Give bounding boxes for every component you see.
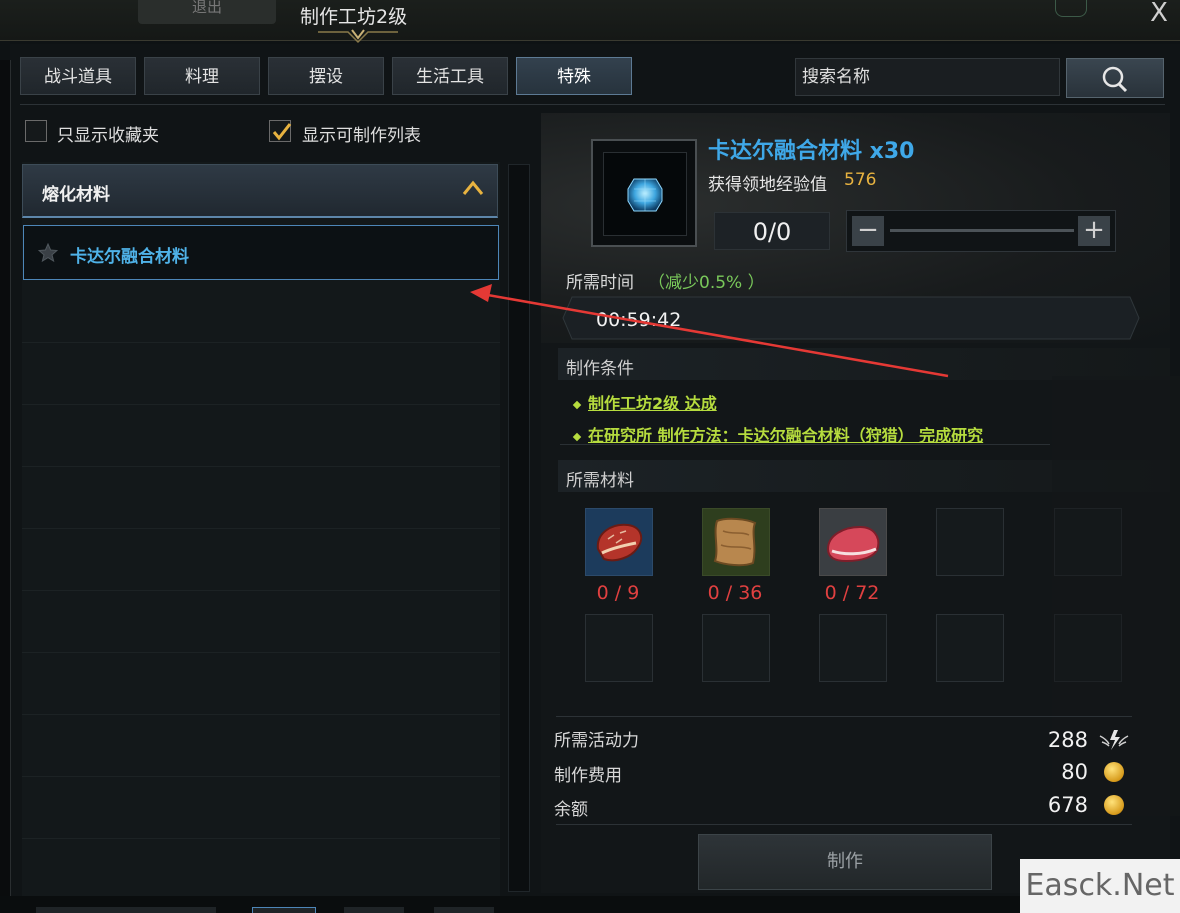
craft-fee-value: 80: [1061, 760, 1088, 784]
checkmark-icon: [272, 123, 292, 141]
search-button[interactable]: [1066, 58, 1164, 98]
leather-hide-icon: [703, 509, 769, 575]
slider-track[interactable]: [890, 229, 1074, 232]
material-slot[interactable]: [819, 508, 887, 576]
bottom-slot: [344, 907, 404, 913]
category-title: 熔化材料: [42, 185, 110, 205]
material-slot[interactable]: [585, 508, 653, 576]
balance-label: 余额: [554, 800, 588, 820]
condition-item: 在研究所 制作方法：卡达尔融合材料（狩猎） 完成研究: [572, 422, 984, 446]
list-row-empty: [22, 406, 500, 467]
list-row-empty: [22, 282, 500, 343]
tab-life-tools[interactable]: 生活工具: [392, 57, 508, 95]
material-count: 0 / 36: [707, 582, 763, 604]
energy-cost-label: 所需活动力: [554, 731, 639, 751]
annotation-arrow: [470, 284, 949, 378]
list-row-empty: [22, 654, 500, 715]
title-ornament-icon: [318, 29, 398, 44]
map-marker-icon: [1055, 0, 1087, 17]
list-row-empty: [22, 344, 500, 405]
panel-left-border: [0, 60, 11, 913]
list-row-empty: [22, 530, 500, 591]
energy-cost-value: 288: [1047, 728, 1088, 752]
material-slot[interactable]: [702, 508, 770, 576]
gold-coin-icon: [1104, 762, 1124, 782]
exp-label: 获得领地经验值: [708, 175, 827, 195]
tab-special[interactable]: 特殊: [516, 57, 632, 95]
list-row-empty: [22, 592, 500, 653]
condition-text: 制作工坊2级 达成: [588, 394, 717, 413]
energy-wings-icon: [1099, 730, 1129, 750]
chevron-up-icon[interactable]: [462, 180, 484, 196]
search-icon: [1102, 66, 1128, 93]
material-slot-empty: [585, 614, 653, 682]
list-row-empty: [22, 840, 500, 901]
list-row-empty: [22, 716, 500, 777]
favorites-only-checkbox[interactable]: [25, 120, 47, 142]
tab-cooking[interactable]: 料理: [144, 57, 260, 95]
item-icon-slot[interactable]: [603, 152, 687, 236]
material-slot-empty: [819, 614, 887, 682]
gold-coin-icon: [1104, 795, 1124, 815]
material-slot-empty: [936, 508, 1004, 576]
window-title: 制作工坊2级: [300, 6, 408, 28]
quantity-display: 0/0: [714, 212, 830, 250]
close-button[interactable]: X: [1146, 0, 1172, 28]
tab-decoration[interactable]: 摆设: [268, 57, 384, 95]
quantity-minus-button[interactable]: −: [852, 216, 884, 246]
bottom-slot: [36, 907, 216, 913]
exp-value: 576: [844, 170, 877, 190]
balance-value: 678: [1047, 793, 1088, 817]
favorites-only-label: 只显示收藏夹: [57, 126, 159, 146]
materials-title: 所需材料: [566, 471, 634, 491]
condition-item: 制作工坊2级 达成: [572, 390, 717, 414]
bottom-slot: [434, 907, 494, 913]
quantity-plus-button[interactable]: +: [1078, 216, 1110, 246]
search-input[interactable]: 搜索名称: [795, 58, 1060, 96]
list-row-empty: [22, 468, 500, 529]
list-scrollbar[interactable]: [508, 164, 530, 892]
condition-text: 在研究所 制作方法：卡达尔融合材料（狩猎） 完成研究: [588, 426, 984, 445]
bullet-icon: [572, 432, 582, 441]
cost-bottom-divider: [556, 824, 1132, 825]
craftable-only-checkbox[interactable]: [269, 120, 292, 142]
watermark: Easck.Net: [1020, 859, 1180, 913]
exit-button[interactable]: 退出: [138, 0, 276, 24]
craft-fee-label: 制作费用: [554, 766, 622, 786]
bottom-slot: [252, 907, 316, 913]
item-name: 卡达尔融合材料 x30: [708, 139, 915, 164]
blue-crystal-icon: [627, 178, 663, 212]
material-count: 0 / 72: [824, 582, 880, 604]
material-slot-empty: [936, 614, 1004, 682]
recipe-item-label: 卡达尔融合材料: [70, 247, 189, 267]
material-count: 0 / 9: [596, 582, 640, 604]
craftable-only-label: 显示可制作列表: [302, 126, 421, 146]
bullet-icon: [572, 400, 582, 409]
cost-divider: [556, 716, 1132, 717]
list-row-empty: [22, 778, 500, 839]
favorite-star-icon[interactable]: [38, 243, 58, 263]
raw-meat-icon: [820, 509, 886, 575]
material-slot-empty: [702, 614, 770, 682]
red-meat-steak-icon: [586, 509, 652, 575]
craft-button[interactable]: 制作: [698, 834, 992, 890]
tabs-divider: [20, 104, 1165, 105]
tab-combat-items[interactable]: 战斗道具: [20, 57, 136, 95]
